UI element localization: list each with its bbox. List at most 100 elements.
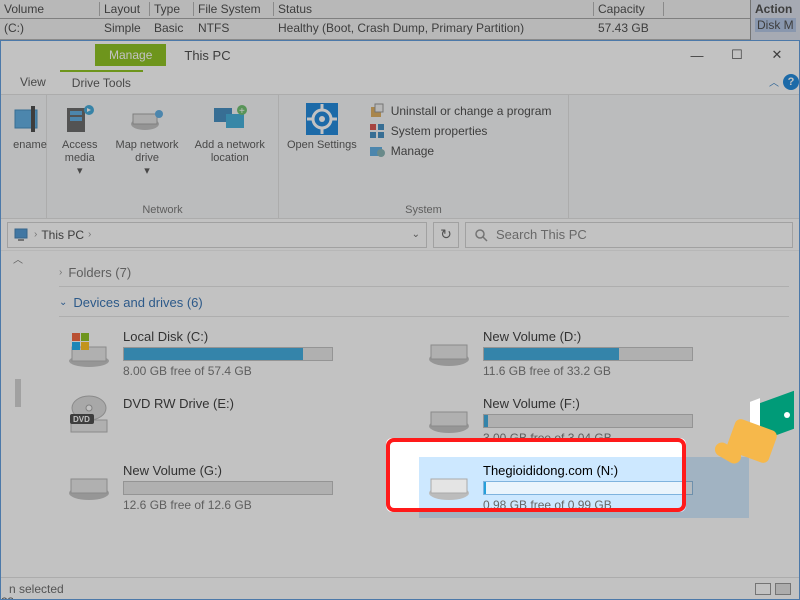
windows-drive-icon xyxy=(65,329,113,369)
drive-new-volume-g[interactable]: New Volume (G:) 12.6 GB free of 12.6 GB xyxy=(59,457,389,518)
drive-label: New Volume (G:) xyxy=(123,463,383,478)
rename-icon xyxy=(12,101,48,137)
sysprops-icon xyxy=(369,123,385,139)
row-type: Basic xyxy=(150,21,194,35)
usage-bar xyxy=(483,481,693,495)
hdd-icon xyxy=(425,329,473,369)
content-area: ︿ mes › Folders (7) ⌄ Devices and drives… xyxy=(1,251,799,599)
drive-free-text: 8.00 GB free of 57.4 GB xyxy=(123,364,383,378)
main-content: › Folders (7) ⌄ Devices and drives (6) L… xyxy=(31,251,799,599)
uninstall-icon xyxy=(369,103,385,119)
disk-mgmt-background: Volume Layout Type File System Status Ca… xyxy=(0,0,800,40)
pointer-hand-icon xyxy=(714,398,794,468)
usage-bar xyxy=(123,347,333,361)
close-button[interactable]: ✕ xyxy=(757,42,797,68)
chevron-right-icon: › xyxy=(34,229,37,240)
drive-label: New Volume (F:) xyxy=(483,396,743,411)
drive-new-volume-f[interactable]: New Volume (F:) 3.00 GB free of 3.04 GB xyxy=(419,390,749,451)
drive-new-volume-d[interactable]: New Volume (D:) 11.6 GB free of 33.2 GB xyxy=(419,323,749,384)
network-group-label: Network xyxy=(53,202,272,216)
drive-tools-tab[interactable]: Drive Tools xyxy=(60,70,143,94)
drive-free-text: 11.6 GB free of 33.2 GB xyxy=(483,364,743,378)
row-fs: NTFS xyxy=(194,21,274,35)
usage-bar xyxy=(123,481,333,495)
row-status: Healthy (Boot, Crash Dump, Primary Parti… xyxy=(274,21,594,35)
status-bar: n selected xyxy=(1,577,799,599)
tiles-view-icon[interactable] xyxy=(775,583,791,595)
svg-text:DVD: DVD xyxy=(73,415,90,424)
chevron-right-icon: › xyxy=(88,229,91,240)
nav-pane-sliver: ︿ mes xyxy=(1,251,31,599)
devices-section-header[interactable]: ⌄ Devices and drives (6) xyxy=(59,295,789,310)
drive-label: Thegioididong.com (N:) xyxy=(483,463,743,478)
row-capacity: 57.43 GB xyxy=(594,21,664,35)
hdd-icon xyxy=(425,396,473,436)
row-volume: (C:) xyxy=(0,21,100,35)
this-pc-icon xyxy=(14,227,30,243)
breadcrumb-this-pc[interactable]: This PC xyxy=(41,228,84,242)
minimize-button[interactable]: — xyxy=(677,42,717,68)
col-type: Type xyxy=(150,2,194,16)
status-selected: n selected xyxy=(9,582,64,596)
maximize-button[interactable]: ☐ xyxy=(717,42,757,68)
nav-selection xyxy=(15,379,21,407)
breadcrumb-dropdown-icon[interactable]: ⌄ xyxy=(412,229,420,240)
ribbon: ename Access media▾ Map network drive▾ xyxy=(1,95,799,219)
menubar: View Drive Tools ︿ ? xyxy=(1,69,799,95)
drive-thegioididong-n[interactable]: Thegioididong.com (N:) 0.98 GB free of 0… xyxy=(419,457,749,518)
usage-bar xyxy=(483,347,693,361)
collapse-ribbon-icon[interactable]: ︿ xyxy=(769,74,779,89)
breadcrumb[interactable]: › This PC › ⌄ xyxy=(7,222,427,248)
folders-section-header[interactable]: › Folders (7) xyxy=(59,265,789,280)
svg-text:+: + xyxy=(239,106,245,117)
system-group-label: System xyxy=(285,202,562,216)
drive-dvd-e[interactable]: DVD DVD RW Drive (E:) xyxy=(59,390,389,451)
address-bar: › This PC › ⌄ ↻ xyxy=(1,219,799,251)
manage-button[interactable]: Manage xyxy=(369,143,552,159)
chevron-down-icon: ⌄ xyxy=(59,297,67,308)
window-title: This PC xyxy=(184,48,230,63)
col-layout: Layout xyxy=(100,2,150,16)
search-input[interactable] xyxy=(496,227,784,242)
drive-label: DVD RW Drive (E:) xyxy=(123,396,383,411)
drive-free-text: 12.6 GB free of 12.6 GB xyxy=(123,498,383,512)
details-view-icon[interactable] xyxy=(755,583,771,595)
drive-label: Local Disk (C:) xyxy=(123,329,383,344)
diskmgmt-side-panel: Action Disk M xyxy=(750,0,800,40)
drive-label: New Volume (D:) xyxy=(483,329,743,344)
add-network-icon: + xyxy=(212,101,248,137)
open-settings-button[interactable]: Open Settings xyxy=(285,99,359,202)
hdd-icon xyxy=(65,463,113,503)
titlebar: Manage This PC — ☐ ✕ xyxy=(1,41,799,69)
uninstall-program-button[interactable]: Uninstall or change a program xyxy=(369,103,552,119)
network-drive-icon xyxy=(129,101,165,137)
hdd-icon xyxy=(425,463,473,503)
search-icon xyxy=(474,228,488,242)
explorer-window: Manage This PC — ☐ ✕ View Drive Tools ︿ … xyxy=(0,40,800,600)
map-network-drive-button[interactable]: Map network drive▾ xyxy=(113,99,182,202)
add-network-location-button[interactable]: + Add a network location xyxy=(188,99,272,202)
view-tab[interactable]: View xyxy=(6,71,60,93)
col-volume: Volume xyxy=(0,2,100,16)
drive-free-text: 3.00 GB free of 3.04 GB xyxy=(483,431,743,445)
access-media-button[interactable]: Access media▾ xyxy=(53,99,107,202)
manage-icon xyxy=(369,143,385,159)
manage-tab[interactable]: Manage xyxy=(95,44,166,66)
search-box[interactable] xyxy=(465,222,793,248)
dvd-drive-icon: DVD xyxy=(65,396,113,436)
settings-gear-icon xyxy=(304,101,340,137)
help-icon[interactable]: ? xyxy=(783,74,799,90)
scroll-up-icon[interactable]: ︿ xyxy=(13,251,23,266)
refresh-button[interactable]: ↻ xyxy=(433,222,459,248)
drives-grid: Local Disk (C:) 8.00 GB free of 57.4 GB … xyxy=(59,323,789,518)
chevron-right-icon: › xyxy=(59,267,62,278)
drive-local-c[interactable]: Local Disk (C:) 8.00 GB free of 57.4 GB xyxy=(59,323,389,384)
system-properties-button[interactable]: System properties xyxy=(369,123,552,139)
row-layout: Simple xyxy=(100,21,150,35)
col-fs: File System xyxy=(194,2,274,16)
col-status: Status xyxy=(274,2,594,16)
usage-bar xyxy=(483,414,693,428)
media-server-icon xyxy=(62,101,98,137)
drive-free-text: 0.98 GB free of 0.99 GB xyxy=(483,498,743,512)
col-capacity: Capacity xyxy=(594,2,664,16)
